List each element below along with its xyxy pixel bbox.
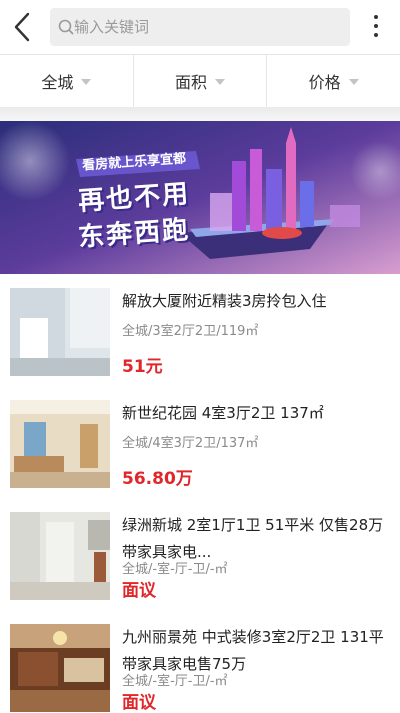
filter-label: 价格 — [308, 73, 341, 92]
listing-thumbnail — [10, 624, 110, 712]
more-dots-icon — [374, 15, 378, 19]
banner-headline-2: 东奔西跑 — [77, 215, 192, 253]
filter-shadow — [0, 107, 400, 121]
filter-city[interactable]: 全城 — [0, 55, 133, 107]
listing-thumbnail — [10, 400, 110, 488]
listing-item[interactable]: 绿洲新城 2室1厅1卫 51平米 仅售28万 带家具家电... 全城/-室-厅-… — [0, 498, 400, 610]
apartment-photo — [10, 512, 110, 600]
more-dot — [374, 33, 378, 37]
search-input[interactable]: 输入关键词 — [50, 8, 350, 46]
filter-bar: 全城 面积 价格 — [0, 55, 400, 107]
dropdown-arrow-icon — [215, 79, 226, 85]
listing-title: 新世纪花园 4室3厅2卫 137㎡ — [122, 404, 324, 422]
listing-meta: 全城/3室2厅2卫/119㎡ — [122, 324, 259, 339]
back-button[interactable] — [6, 8, 42, 46]
filter-label: 面积 — [175, 73, 208, 92]
filter-area[interactable]: 面积 — [132, 55, 267, 107]
listing-price: 56.80万 — [122, 469, 193, 489]
dropdown-arrow-icon — [348, 79, 359, 85]
listing-title: 解放大厦附近精装3房拎包入住 — [122, 292, 327, 310]
listing-meta: 全城/-室-厅-卫/-㎡ — [122, 562, 228, 577]
top-bar: 输入关键词 — [0, 0, 400, 54]
listing-price: 面议 — [122, 693, 156, 713]
listing-thumbnail — [10, 512, 110, 600]
filter-price[interactable]: 价格 — [266, 55, 400, 107]
listing-item[interactable]: 新世纪花园 4室3厅2卫 137㎡ 全城/4室3厅2卫/137㎡ 56.80万 — [0, 386, 400, 498]
listing-thumbnail — [10, 288, 110, 376]
dropdown-arrow-icon — [81, 79, 92, 85]
living-room-photo — [10, 400, 110, 488]
back-arrow-icon — [14, 12, 30, 42]
listing-meta: 全城/-室-厅-卫/-㎡ — [122, 674, 228, 689]
more-dot — [374, 24, 378, 28]
listing-item[interactable]: 解放大厦附近精装3房拎包入住 全城/3室2厅2卫/119㎡ 51元 — [0, 274, 400, 386]
living-room-photo — [10, 624, 110, 712]
banner-art — [0, 121, 400, 274]
promo-banner[interactable]: 看房就上乐享宜都 再也不用 东奔西跑 — [0, 121, 400, 274]
search-icon — [58, 19, 74, 35]
listing-price: 面议 — [122, 581, 156, 601]
search-placeholder: 输入关键词 — [74, 18, 150, 36]
more-menu-button[interactable] — [366, 12, 386, 42]
listing-price: 51元 — [122, 357, 163, 377]
bathroom-photo — [10, 288, 110, 376]
listing-item[interactable]: 九州丽景苑 中式装修3室2厅2卫 131平 带家具家电售75万 全城/-室-厅-… — [0, 610, 400, 713]
filter-label: 全城 — [41, 73, 74, 92]
listing-meta: 全城/4室3厅2卫/137㎡ — [122, 436, 259, 451]
